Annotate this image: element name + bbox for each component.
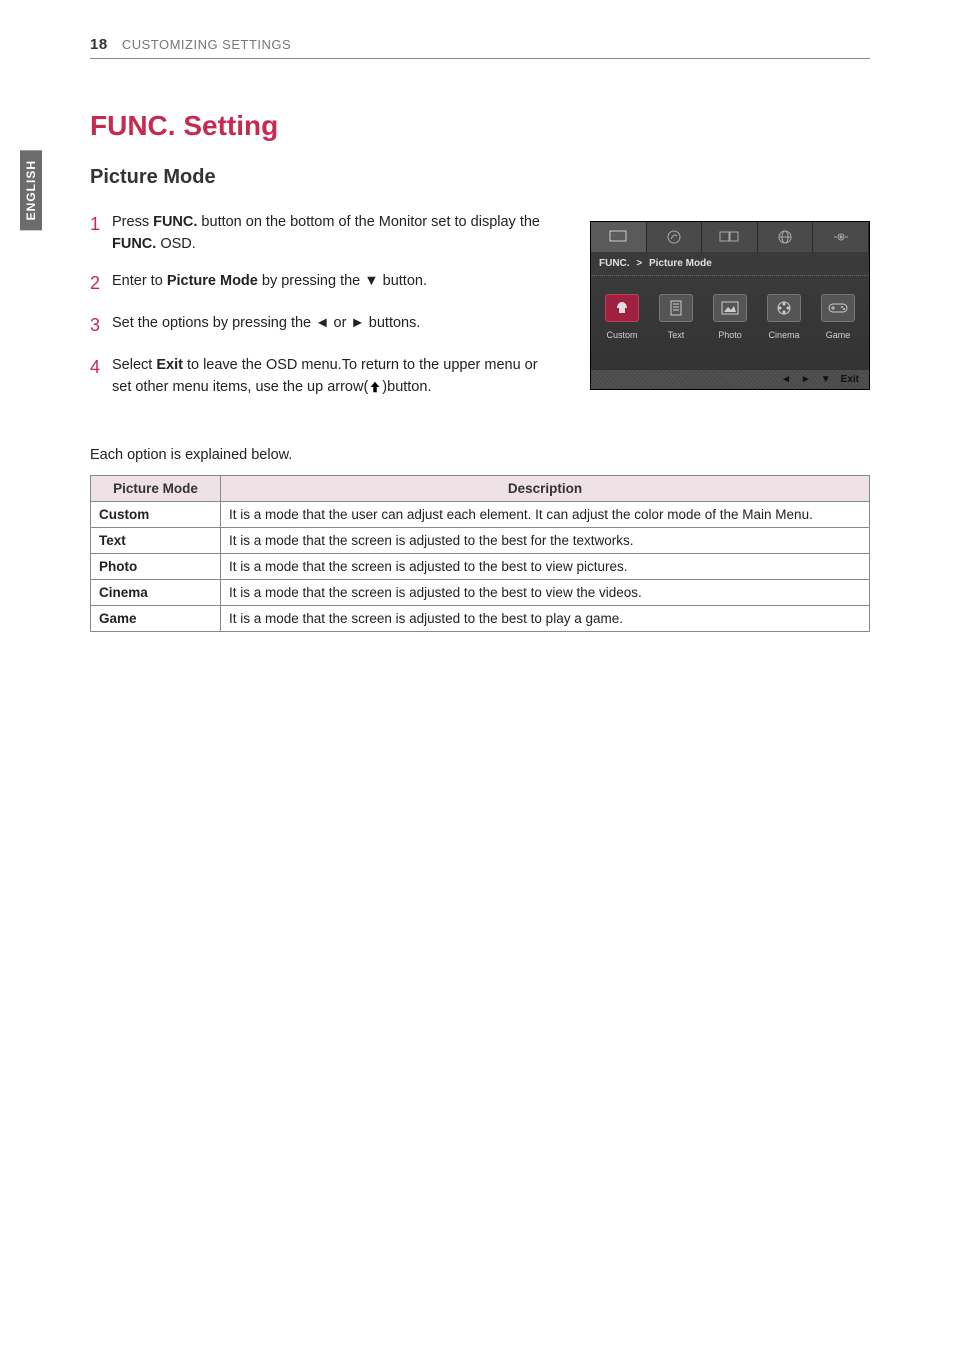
osd-mode-game[interactable]: Game (813, 294, 863, 340)
row-desc: It is a mode that the screen is adjusted… (221, 605, 870, 631)
osd-tab-dual-display[interactable] (702, 222, 758, 252)
step-text: Press FUNC. button on the bottom of the … (112, 211, 540, 256)
step-text: Set the options by pressing the ◄ or ► b… (112, 312, 420, 340)
page-header: 18 CUSTOMIZING SETTINGS (90, 36, 291, 53)
options-table: Picture Mode Description Custom It is a … (90, 475, 870, 632)
step-4: 4 Select Exit to leave the OSD menu.To r… (90, 354, 540, 399)
dual-screen-icon (719, 230, 739, 244)
table-row: Game It is a mode that the screen is adj… (91, 605, 870, 631)
table-row: Photo It is a mode that the screen is ad… (91, 553, 870, 579)
adjust-icon (833, 229, 849, 245)
osd-mode-text[interactable]: Text (651, 294, 701, 340)
photo-icon (713, 294, 747, 322)
osd-mode-photo[interactable]: Photo (705, 294, 755, 340)
step-number: 1 (90, 211, 112, 256)
step-number: 2 (90, 270, 112, 298)
row-mode: Text (91, 527, 221, 553)
step-1: 1 Press FUNC. button on the bottom of th… (90, 211, 540, 256)
table-row: Text It is a mode that the screen is adj… (91, 527, 870, 553)
table-row: Cinema It is a mode that the screen is a… (91, 579, 870, 605)
page-number: 18 (90, 36, 108, 53)
mode-label: Cinema (759, 330, 809, 340)
page-title: FUNC. Setting (90, 110, 870, 142)
row-desc: It is a mode that the screen is adjusted… (221, 579, 870, 605)
row-desc: It is a mode that the screen is adjusted… (221, 553, 870, 579)
table-header-desc: Description (221, 475, 870, 501)
row-mode: Photo (91, 553, 221, 579)
cinema-icon (767, 294, 801, 322)
section-title: CUSTOMIZING SETTINGS (122, 37, 291, 52)
osd-nav-down[interactable]: ▼ (821, 374, 831, 385)
osd-tab-web[interactable] (758, 222, 814, 252)
osd-preview: FUNC. > Picture Mode Custom Text (590, 221, 870, 390)
step-number: 4 (90, 354, 112, 399)
step-text: Enter to Picture Mode by pressing the ▼ … (112, 270, 427, 298)
page-subtitle: Picture Mode (90, 166, 870, 189)
text-icon (659, 294, 693, 322)
globe-icon (777, 229, 793, 245)
mode-label: Text (651, 330, 701, 340)
osd-mode-list: Custom Text Photo (591, 276, 869, 370)
osd-tab-picture-mode[interactable] (591, 222, 647, 252)
step-text: Select Exit to leave the OSD menu.To ret… (112, 354, 540, 399)
osd-footer: ◄ ► ▼ Exit (591, 370, 869, 389)
row-mode: Game (91, 605, 221, 631)
mode-label: Game (813, 330, 863, 340)
osd-exit[interactable]: Exit (841, 374, 859, 385)
mode-label: Custom (597, 330, 647, 340)
table-header-mode: Picture Mode (91, 475, 221, 501)
row-mode: Custom (91, 501, 221, 527)
osd-tab-settings[interactable] (813, 222, 869, 252)
row-desc: It is a mode that the user can adjust ea… (221, 501, 870, 527)
osd-top-tabs (591, 222, 869, 252)
header-divider (90, 58, 870, 59)
osd-nav-right[interactable]: ► (801, 374, 811, 385)
osd-mode-custom[interactable]: Custom (597, 294, 647, 340)
row-mode: Cinema (91, 579, 221, 605)
table-row: Custom It is a mode that the user can ad… (91, 501, 870, 527)
leaf-icon (666, 229, 682, 245)
osd-tab-super-energy[interactable] (647, 222, 703, 252)
step-3: 3 Set the options by pressing the ◄ or ►… (90, 312, 540, 340)
language-tab: ENGLISH (20, 150, 42, 230)
custom-icon (605, 294, 639, 322)
osd-breadcrumb: FUNC. > Picture Mode (591, 252, 869, 276)
monitor-icon (609, 230, 627, 244)
osd-nav-left[interactable]: ◄ (781, 374, 791, 385)
mode-label: Photo (705, 330, 755, 340)
game-icon (821, 294, 855, 322)
row-desc: It is a mode that the screen is adjusted… (221, 527, 870, 553)
step-number: 3 (90, 312, 112, 340)
osd-mode-cinema[interactable]: Cinema (759, 294, 809, 340)
up-arrow-icon (368, 380, 382, 394)
explain-intro: Each option is explained below. (90, 447, 870, 463)
step-2: 2 Enter to Picture Mode by pressing the … (90, 270, 540, 298)
